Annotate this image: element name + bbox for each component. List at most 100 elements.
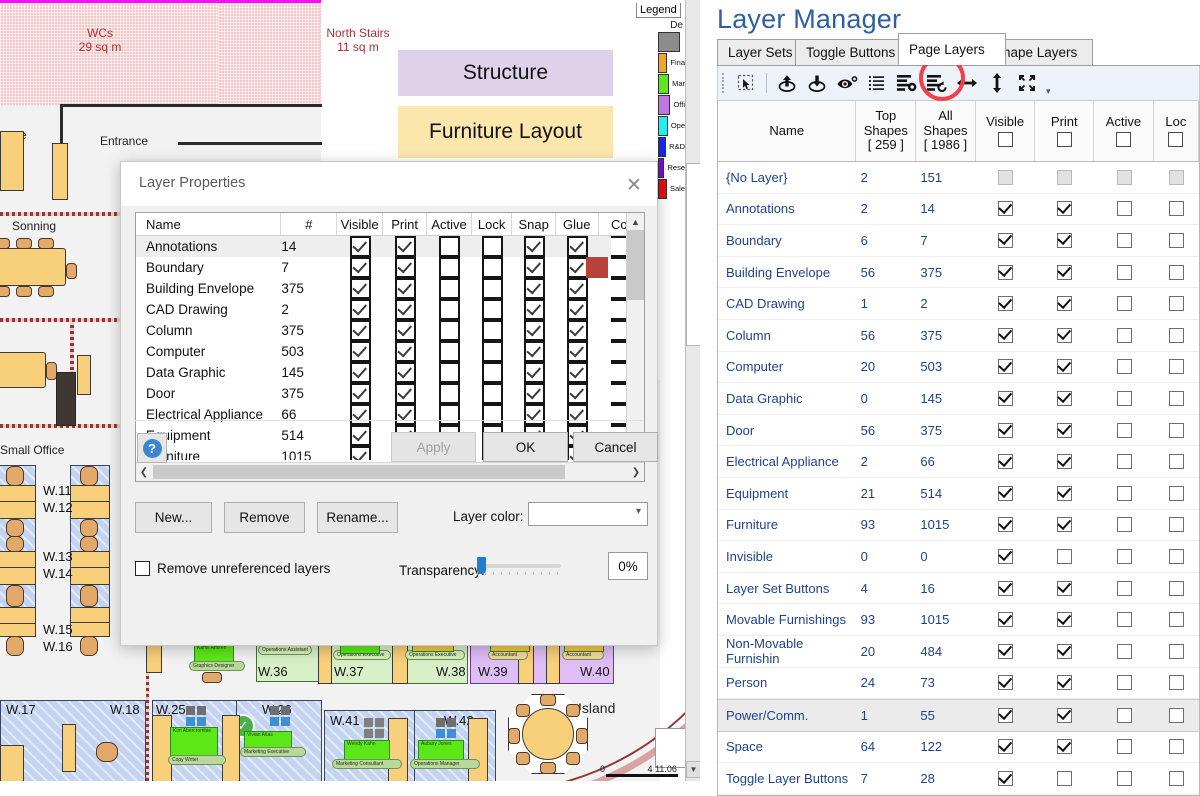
table-row[interactable]: Person 24 73 xyxy=(718,668,1199,700)
cell-visible[interactable] xyxy=(976,452,1036,470)
checkbox-print[interactable] xyxy=(1057,578,1073,596)
lp-checkbox-active[interactable] xyxy=(439,299,461,320)
layer-down-icon[interactable] xyxy=(804,70,830,96)
cell-active[interactable] xyxy=(1094,739,1154,755)
checkbox-visible[interactable] xyxy=(998,706,1014,723)
cell-active[interactable] xyxy=(1094,454,1154,470)
lp-checkbox-lock[interactable] xyxy=(481,257,503,278)
lp-cell-snap[interactable] xyxy=(512,236,556,257)
lp-checkbox-lock[interactable] xyxy=(481,404,503,425)
lp-cell-glue[interactable] xyxy=(556,278,599,299)
table-row[interactable]: Door 56 375 xyxy=(718,415,1199,447)
lp-checkbox-print[interactable] xyxy=(394,257,416,278)
checkbox-visible[interactable] xyxy=(998,262,1014,280)
cell-lock[interactable] xyxy=(1154,485,1199,501)
cell-lock[interactable] xyxy=(1154,771,1199,787)
lp-table-row[interactable]: Boundary 7 xyxy=(136,257,644,278)
cell-lock[interactable] xyxy=(1154,169,1199,185)
checkbox-active[interactable] xyxy=(1116,548,1132,564)
checkbox-lock[interactable] xyxy=(1168,643,1184,659)
cell-active[interactable] xyxy=(1094,327,1154,343)
cell-active[interactable] xyxy=(1094,707,1154,723)
table-row[interactable]: Annotations 2 14 xyxy=(718,194,1199,226)
cell-lock[interactable] xyxy=(1154,327,1199,343)
lp-cell-print[interactable] xyxy=(383,236,427,257)
checkbox-active[interactable] xyxy=(1116,485,1132,501)
lp-checkbox-snap[interactable] xyxy=(523,257,545,278)
lp-cell-lock[interactable] xyxy=(472,278,513,299)
lp-checkbox-lock[interactable] xyxy=(481,341,503,362)
checkbox-visible[interactable] xyxy=(998,515,1014,533)
lp-checkbox-glue[interactable] xyxy=(566,362,588,383)
lp-checkbox-visible[interactable] xyxy=(349,341,371,362)
scroll-down-button[interactable]: ▼ xyxy=(686,761,700,778)
slider-thumb[interactable] xyxy=(477,557,486,574)
lp-cell-active[interactable] xyxy=(427,341,471,362)
fit-width-icon[interactable] xyxy=(954,70,980,96)
cell-print[interactable] xyxy=(1036,452,1095,470)
checkbox-active[interactable] xyxy=(1116,327,1132,343)
lp-checkbox-glue[interactable] xyxy=(566,236,588,257)
lp-checkbox-visible[interactable] xyxy=(349,299,371,320)
lp-cell-snap[interactable] xyxy=(512,404,556,425)
cell-lock[interactable] xyxy=(1154,643,1199,659)
lp-checkbox-print[interactable] xyxy=(394,320,416,341)
transparency-value[interactable]: 0% xyxy=(608,552,648,580)
tab-page-layers[interactable]: Page Layers xyxy=(898,33,1006,65)
lp-checkbox-active[interactable] xyxy=(439,320,461,341)
toolbar-overflow-icon[interactable]: ▾ xyxy=(1046,86,1051,100)
scroll-left-button[interactable]: ❮ xyxy=(136,467,152,478)
cell-visible[interactable] xyxy=(976,610,1036,628)
cell-active[interactable] xyxy=(1094,612,1154,628)
lp-cell-glue[interactable] xyxy=(556,299,599,320)
lp-checkbox-print[interactable] xyxy=(394,341,416,362)
lp-checkbox-lock[interactable] xyxy=(481,320,503,341)
lp-cell-visible[interactable] xyxy=(337,404,382,425)
lp-checkbox-snap[interactable] xyxy=(523,404,545,425)
select-shapes-icon[interactable] xyxy=(733,70,759,96)
toolbar-grip-handle[interactable] xyxy=(722,73,727,93)
lp-checkbox-active[interactable] xyxy=(439,383,461,404)
lp-cell-active[interactable] xyxy=(427,383,471,404)
checkbox-lock[interactable] xyxy=(1168,771,1184,787)
scrollbar-thumb[interactable] xyxy=(686,163,700,346)
checkbox-lock[interactable] xyxy=(1168,264,1184,280)
checkbox-active[interactable] xyxy=(1116,612,1132,628)
cell-lock[interactable] xyxy=(1154,675,1199,691)
lp-cell-print[interactable] xyxy=(383,341,427,362)
cell-active[interactable] xyxy=(1094,643,1154,659)
lp-horizontal-scrollbar[interactable]: ❮ ❯ xyxy=(136,462,644,481)
lp-cell-visible[interactable] xyxy=(337,320,382,341)
cell-print[interactable] xyxy=(1036,294,1095,312)
checkbox-lock[interactable] xyxy=(1168,517,1184,533)
table-row[interactable]: Column 56 375 xyxy=(718,320,1199,352)
lp-cell-visible[interactable] xyxy=(337,299,382,320)
lp-cell-glue[interactable] xyxy=(556,383,599,404)
checkbox-active[interactable] xyxy=(1116,232,1132,248)
lp-cell-snap[interactable] xyxy=(512,341,556,362)
lp-cell-lock[interactable] xyxy=(472,299,513,320)
scrollbar-track[interactable] xyxy=(567,465,627,479)
lp-checkbox-active[interactable] xyxy=(439,362,461,383)
cell-lock[interactable] xyxy=(1154,517,1199,533)
cell-print[interactable] xyxy=(1036,641,1095,659)
checkbox-lock[interactable] xyxy=(1168,580,1184,596)
column-header-visible[interactable]: Visible xyxy=(976,101,1036,161)
table-row[interactable]: Invisible 0 0 xyxy=(718,541,1199,573)
checkbox-active[interactable] xyxy=(1116,454,1132,470)
column-header-checkbox[interactable] xyxy=(1115,132,1131,148)
lp-column-header-count[interactable]: # xyxy=(281,213,338,235)
checkbox-visible[interactable] xyxy=(998,484,1014,501)
checkbox-lock[interactable] xyxy=(1168,296,1184,312)
cell-visible[interactable] xyxy=(976,484,1036,501)
table-row[interactable]: Computer 20 503 xyxy=(718,352,1199,384)
help-button[interactable]: ? xyxy=(137,433,167,463)
checkbox-print[interactable] xyxy=(1057,673,1073,691)
lp-checkbox-snap[interactable] xyxy=(523,341,545,362)
checkbox-box[interactable] xyxy=(135,561,150,576)
lp-cell-glue[interactable] xyxy=(556,236,599,257)
lp-table-row[interactable]: Annotations 14 xyxy=(136,236,644,257)
checkbox-lock[interactable] xyxy=(1168,422,1184,438)
lp-cell-lock[interactable] xyxy=(472,404,513,425)
cell-print[interactable] xyxy=(1036,610,1095,628)
